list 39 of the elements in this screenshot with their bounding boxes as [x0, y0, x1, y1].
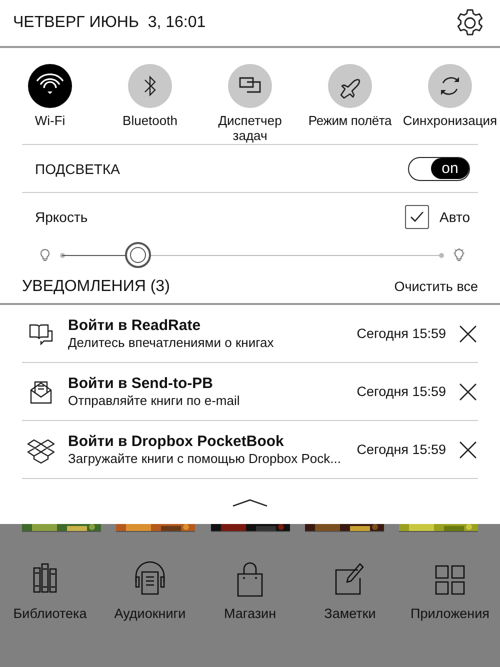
dock-item[interactable]: Библиотека [0, 560, 100, 621]
notification-title[interactable]: Войти в Dropbox PocketBook [68, 432, 345, 450]
notification-text: Отправляйте книги по e-mail [68, 392, 241, 408]
quick-toggle[interactable]: Bluetooth [100, 64, 200, 128]
sync-icon [428, 64, 472, 108]
quick-toggle[interactable]: Wi-Fi [0, 64, 100, 128]
close-icon[interactable] [458, 440, 478, 460]
notification-time: Сегодня 15:59 [356, 384, 446, 399]
wifi-icon [28, 64, 72, 108]
notification-time: Сегодня 15:59 [356, 442, 446, 457]
notification-time: Сегодня 15:59 [356, 326, 446, 341]
dim-bulb-icon [38, 247, 52, 263]
backlight-switch[interactable]: on [408, 156, 470, 180]
dock-item[interactable]: Аудиокниги [100, 560, 200, 621]
slider-thumb[interactable] [125, 242, 151, 268]
date-time: ЧЕТВЕРГ ИЮНЬ 3, 16:01 [13, 14, 206, 32]
dock-item[interactable]: Магазин [200, 560, 300, 621]
brightness-label: Яркость [35, 208, 88, 224]
notification-text: Делитесь впечатлениями о книгах [68, 334, 275, 350]
auto-label: Авто [439, 208, 470, 224]
quick-toggle[interactable]: Синхронизация [400, 64, 500, 128]
dock-item[interactable]: Заметки [300, 560, 400, 621]
bright-bulb-icon [452, 247, 466, 263]
notification-title[interactable]: Войти в ReadRate [68, 316, 345, 334]
collapse-chevron-icon[interactable] [232, 499, 268, 507]
backlight-label: ПОДСВЕТКА [35, 160, 120, 176]
bluetooth-icon [128, 64, 172, 108]
close-icon[interactable] [458, 382, 478, 402]
close-icon[interactable] [458, 324, 478, 344]
notifications-title: УВЕДОМЛЕНИЯ (3) [22, 278, 170, 296]
notification-text: Загружайте книги с помощью Dropbox Pock... [68, 450, 342, 466]
windows-icon [228, 64, 272, 108]
quick-toggle[interactable]: Диспетчер задач [200, 64, 300, 143]
quick-toggle[interactable]: Режим полёта [300, 64, 400, 128]
notification-title[interactable]: Войти в Send-to-PB [68, 374, 345, 392]
airplane-icon [328, 64, 372, 108]
clear-all-button[interactable]: Очистить все [394, 279, 478, 294]
dock-item[interactable]: Приложения [400, 560, 500, 621]
auto-checkbox[interactable] [405, 204, 430, 228]
